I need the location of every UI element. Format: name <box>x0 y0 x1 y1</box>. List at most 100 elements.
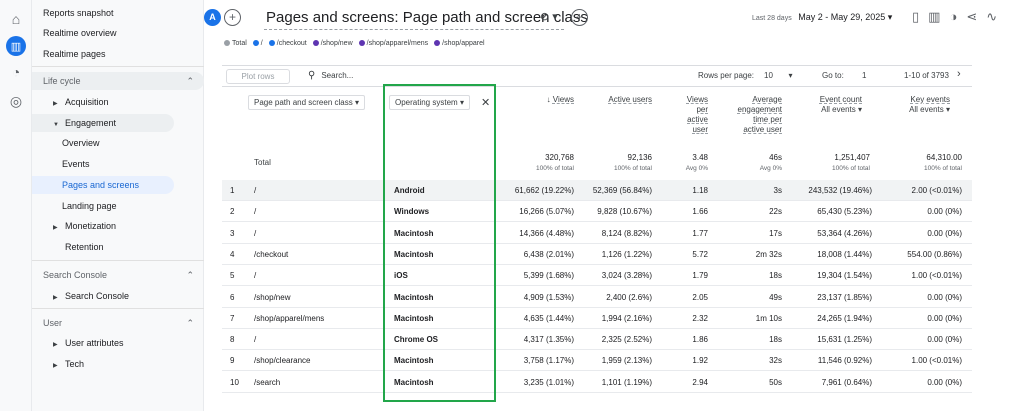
legend-item[interactable]: /checkout <box>268 40 307 47</box>
customize-report-icon[interactable]: ▯ <box>912 9 919 25</box>
primary-dimension-select[interactable]: Page path and screen class ▾ <box>248 95 365 110</box>
advertising-icon[interactable]: ◎ <box>7 92 25 110</box>
key-event-filter-select[interactable]: All events ▾ <box>886 105 950 115</box>
key-events-cell: 0.00 (0%) <box>927 292 962 302</box>
sidebar-item-tech[interactable]: ▶ Tech <box>32 355 204 373</box>
legend-item[interactable]: /shop/apparel <box>434 40 485 47</box>
sidebar-item-user-attributes[interactable]: ▶ User attributes <box>32 334 204 352</box>
total-views-per-user: 3.48 Avg 0% <box>668 153 708 172</box>
col-views[interactable]: ↓ Views <box>520 95 574 105</box>
sidebar-item-monetization[interactable]: ▶ Monetization <box>32 217 204 235</box>
sidebar-item-overview[interactable]: Overview <box>32 134 204 152</box>
compare-icon[interactable]: ▥ <box>928 9 940 25</box>
col-avg-engagement[interactable]: Average engagement time per active user <box>724 95 782 135</box>
views-cell: 5,399 (1.68%) <box>523 271 574 281</box>
avg-time-cell: 2m 32s <box>755 249 782 259</box>
table-row[interactable]: 8/Chrome OS 4,317 (1.35%) 2,325 (2.52%) 1.8… <box>222 329 972 351</box>
col-label: Views <box>686 95 708 104</box>
row-index: 6 <box>230 292 235 302</box>
legend-dot <box>358 40 365 47</box>
row-index: 2 <box>230 207 235 217</box>
sort-desc-icon: ↓ <box>546 95 551 104</box>
rows-per-page-select[interactable]: 10 ▾ <box>764 71 792 80</box>
table-row[interactable]: 3/Macintosh 14,366 (4.48%) 8,124 (8.82%) 1.… <box>222 223 972 244</box>
legend-item[interactable]: Total <box>224 40 247 47</box>
add-filter-icon[interactable]: + <box>571 9 588 26</box>
row-index: 4 <box>230 249 235 259</box>
active-users-cell: 1,101 (1.19%) <box>601 377 652 387</box>
sidebar-item-reports-snapshot[interactable]: Reports snapshot <box>43 4 215 22</box>
explore-icon[interactable]: ◔ <box>7 63 25 81</box>
goto-input[interactable]: 1 <box>862 71 866 80</box>
table-row[interactable]: 1/Android 61,662 (19.22%) 52,369 (56.84%) 1… <box>222 180 972 201</box>
insights-icon[interactable]: ◑ <box>949 9 957 25</box>
sidebar-item-retention[interactable]: Retention <box>32 238 204 256</box>
views-per-user-cell: 1.92 <box>692 356 708 366</box>
home-icon[interactable]: ⌂ <box>7 10 25 28</box>
views-cell: 4,317 (1.35%) <box>523 335 574 345</box>
next-page-icon[interactable]: › <box>957 68 961 80</box>
legend-item[interactable]: /shop/apparel/mens <box>358 40 428 47</box>
table-row[interactable]: 10/search Macintosh 3,235 (1.01%) 1,101 (1.… <box>222 372 972 393</box>
col-key-events[interactable]: Key events All events ▾ <box>886 95 950 115</box>
reports-icon[interactable]: ▥ <box>6 36 26 56</box>
title-underline <box>264 29 564 30</box>
views-cell: 16,266 (5.07%) <box>519 207 574 217</box>
total-sub: Avg 0% <box>759 165 782 172</box>
table-row[interactable]: 4/checkout Macintosh 6,438 (2.01%) 1,126 (1… <box>222 244 972 265</box>
row-index: 1 <box>230 186 235 195</box>
col-active-users[interactable]: Active users <box>590 95 652 105</box>
avg-time-cell: 17s <box>769 228 782 238</box>
legend-item[interactable]: /shop/new <box>312 40 353 47</box>
dropdown-arrow-icon: ▾ <box>857 105 862 114</box>
page-path-cell: /checkout <box>254 249 289 259</box>
date-range-picker[interactable]: Last 28 days May 2 - May 29, 2025 ▾ <box>752 12 892 23</box>
goto-label: Go to: <box>822 71 844 80</box>
event-count-cell: 7,961 (0.64%) <box>821 377 872 387</box>
sidebar-item-realtime-pages[interactable]: Realtime pages <box>43 45 215 63</box>
event-count-cell: 18,008 (1.44%) <box>817 249 872 259</box>
section-life-cycle[interactable]: Life cycle ⌃ <box>32 72 204 90</box>
section-search-console[interactable]: Search Console ⌃ <box>32 266 204 284</box>
col-label: Active users <box>608 95 652 104</box>
page-path-cell: / <box>254 335 257 345</box>
trend-icon[interactable]: ∿ <box>986 9 997 25</box>
status-check-icon[interactable]: ⊘ ▾ <box>540 10 558 23</box>
sidebar-item-engagement[interactable]: ▼ Engagement <box>32 114 174 132</box>
search-input[interactable]: ⚲ Search... <box>308 70 353 81</box>
event-filter-select[interactable]: All events ▾ <box>800 105 862 115</box>
sidebar-item-search-console[interactable]: ▶ Search Console <box>32 287 204 305</box>
plot-rows-button[interactable]: Plot rows <box>226 69 290 84</box>
views-per-user-cell: 1.66 <box>692 207 708 217</box>
table-row[interactable]: 5/iOS 5,399 (1.68%) 3,024 (3.28%) 1.79 18s 19… <box>222 265 972 287</box>
share-icon[interactable]: ⋖ <box>966 9 977 25</box>
legend-item[interactable]: / <box>252 40 263 47</box>
comparison-avatar[interactable]: A <box>204 9 221 26</box>
views-per-user-cell: 2.32 <box>692 313 708 323</box>
legend-label: /shop/apparel <box>442 40 485 47</box>
sidebar-item-acquisition[interactable]: ▶ Acquisition <box>32 93 204 111</box>
search-placeholder: Search... <box>321 71 354 80</box>
sidebar-item-realtime-overview[interactable]: Realtime overview <box>43 24 215 42</box>
table-row[interactable]: 9/shop/clearance Macintosh 3,758 (1.17%) 1,… <box>222 350 972 372</box>
avg-time-cell: 22s <box>769 207 782 217</box>
col-views-per-user[interactable]: Views per active user <box>668 95 708 135</box>
sidebar: Reports snapshot Realtime overview Realt… <box>32 0 204 411</box>
total-value: 3.48 <box>692 153 708 162</box>
table-row[interactable]: 2/Windows 16,266 (5.07%) 9,828 (10.67%) 1.6… <box>222 201 972 223</box>
section-user[interactable]: User ⌃ <box>32 314 204 332</box>
col-event-count[interactable]: Event count All events ▾ <box>800 95 862 115</box>
sidebar-item-events[interactable]: Events <box>32 155 204 173</box>
total-value: 320,768 <box>545 153 574 162</box>
sidebar-item-landing-page[interactable]: Landing page <box>32 197 204 215</box>
row-index: 5 <box>230 271 235 281</box>
sidebar-item-pages-and-screens[interactable]: Pages and screens <box>32 176 174 194</box>
key-events-cell: 1.00 (<0.01%) <box>911 356 962 366</box>
table-row[interactable]: 7/shop/apparel/mens Macintosh 4,635 (1.44%… <box>222 308 972 329</box>
views-per-user-cell: 1.18 <box>692 186 708 195</box>
table-row[interactable]: 6/shop/new Macintosh 4,909 (1.53%) 2,400 (2… <box>222 287 972 308</box>
date-range-value: May 2 - May 29, 2025 <box>798 12 886 22</box>
add-comparison-icon[interactable]: + <box>224 9 241 26</box>
active-users-cell: 1,959 (2.13%) <box>601 356 652 366</box>
sidebar-item-label: User attributes <box>65 338 124 348</box>
